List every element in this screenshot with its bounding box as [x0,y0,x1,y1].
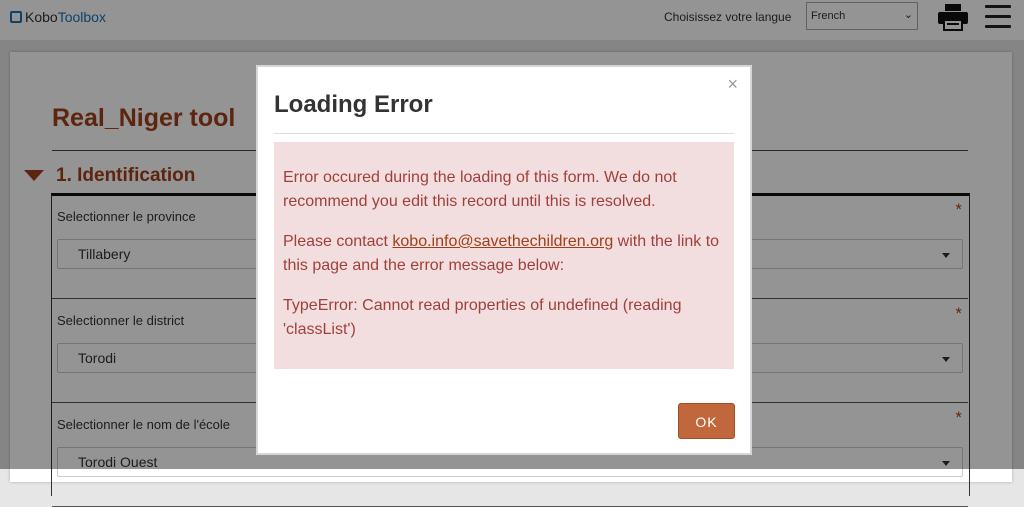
error-alert: Error occured during the loading of this… [274,142,734,369]
error-message: Error occured during the loading of this… [283,169,677,210]
error-details: TypeError: Cannot read properties of und… [283,297,682,338]
close-icon[interactable]: × [727,74,738,95]
contact-message: Please contact kobo.info@savethechildren… [283,230,725,278]
dialog-title: Loading Error [274,91,433,118]
contact-prefix: Please contact [283,233,393,250]
contact-email-link[interactable]: kobo.info@savethechildren.org [392,233,613,250]
dialog-divider [274,133,734,134]
loading-error-dialog: × Loading Error Error occured during the… [256,65,752,455]
ok-button[interactable]: OK [678,403,735,439]
